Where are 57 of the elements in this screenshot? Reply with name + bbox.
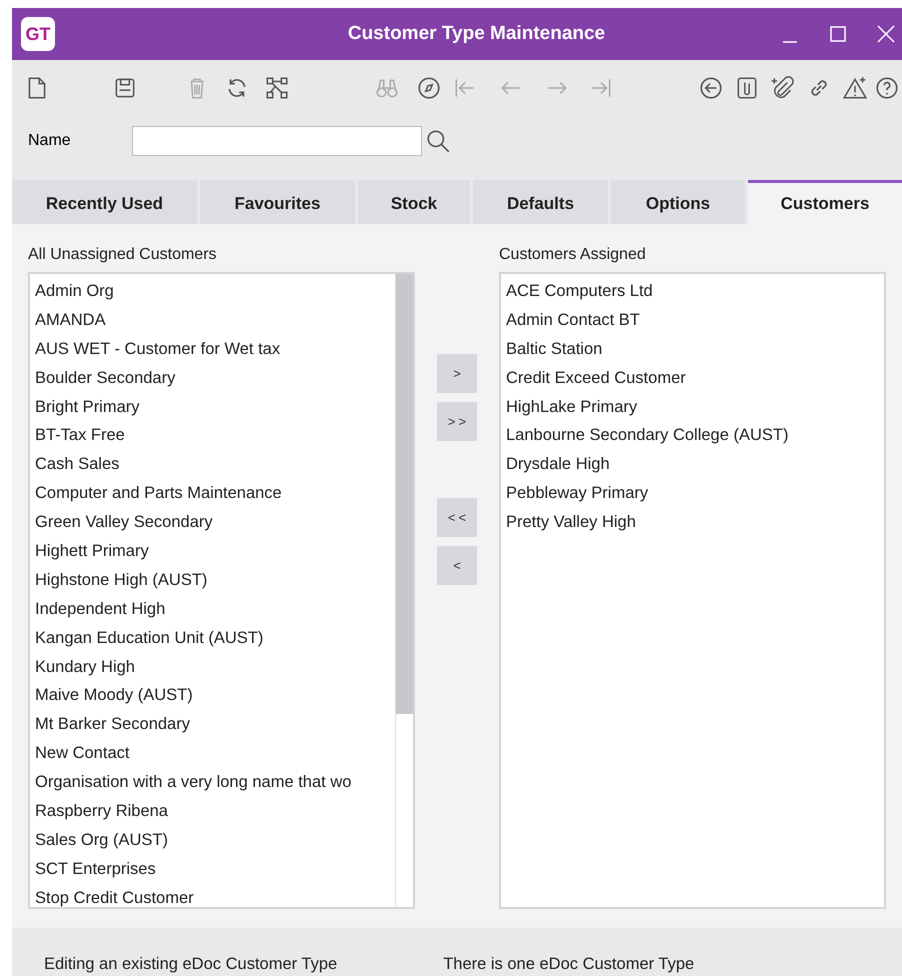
app-logo: GT (21, 17, 55, 51)
list-item[interactable]: HighLake Primary (506, 392, 884, 422)
move-button[interactable]: > (437, 354, 477, 393)
list-item[interactable]: AMANDA (35, 306, 395, 335)
list-item[interactable]: Admin Contact BT (506, 306, 884, 335)
list-item[interactable]: AUS WET - Customer for Wet tax (35, 334, 395, 364)
list-item[interactable]: SCT Enterprises (35, 854, 395, 884)
status-text: There is one eDoc Customer Type (443, 955, 694, 975)
list-item[interactable]: Kangan Education Unit (AUST) (35, 624, 395, 653)
search-icon[interactable] (425, 128, 451, 154)
status-text: Editing an existing eDoc Customer Type (44, 955, 338, 975)
move-button[interactable]: >> (437, 402, 477, 441)
list-item[interactable]: Independent High (35, 594, 395, 624)
list-item[interactable]: ACE Computers Ltd (506, 277, 884, 306)
list-item[interactable]: Pebbleway Primary (506, 479, 884, 508)
help-icon[interactable] (874, 75, 900, 101)
list-item[interactable]: Kundary High (35, 652, 395, 682)
list-item[interactable]: Highstone High (AUST) (35, 566, 395, 595)
move-button[interactable]: << (437, 498, 477, 537)
list-item[interactable]: Green Valley Secondary (35, 508, 395, 538)
tab[interactable]: Recently Used (12, 180, 197, 224)
tab[interactable]: Stock (358, 180, 470, 224)
list-item[interactable]: Pretty Valley High (506, 508, 884, 538)
list-item[interactable]: Maive Moody (AUST) (35, 681, 395, 710)
list-item[interactable]: Drysdale High (506, 450, 884, 480)
paperclip-icon[interactable] (770, 75, 796, 101)
list-heading: Customers Assigned (499, 245, 647, 265)
list-item[interactable]: Boulder Secondary (35, 364, 395, 393)
list-item[interactable]: Baltic Station (506, 334, 884, 364)
compass-icon[interactable] (416, 75, 442, 101)
list-item[interactable]: Organisation with a very long name that wo (35, 768, 395, 798)
list-item[interactable]: BT-Tax Free (35, 421, 395, 450)
list-item[interactable]: Admin Org (35, 277, 395, 306)
move-button[interactable]: < (437, 546, 477, 585)
list-item[interactable]: Stop Credit Customer (35, 884, 395, 907)
list-item[interactable]: Mt Barker Secondary (35, 710, 395, 740)
scrollbar[interactable] (395, 274, 413, 907)
network-icon[interactable] (264, 75, 290, 101)
tab[interactable]: Options (611, 180, 745, 224)
list-item[interactable]: Highett Primary (35, 537, 395, 566)
tab[interactable]: Defaults (473, 180, 608, 224)
list-item[interactable]: Bright Primary (35, 392, 395, 422)
tab[interactable]: Favourites (200, 180, 355, 224)
name-field[interactable] (132, 126, 422, 156)
list-item[interactable]: Computer and Parts Maintenance (35, 479, 395, 508)
tab[interactable]: Customers (748, 180, 902, 224)
list-item[interactable]: New Contact (35, 739, 395, 768)
list-item[interactable]: Lanbourne Secondary College (AUST) (506, 421, 884, 450)
name-label: Name (28, 132, 72, 150)
list-item[interactable]: Credit Exceed Customer (506, 364, 884, 393)
list-item[interactable]: Raspberry Ribena (35, 797, 395, 826)
list-item[interactable]: Sales Org (AUST) (35, 826, 395, 855)
list-item[interactable]: Cash Sales (35, 450, 395, 480)
window-title: Customer Type Maintenance (348, 23, 606, 44)
scrollbar-thumb[interactable] (396, 274, 413, 714)
warning-icon[interactable] (842, 75, 868, 101)
list-heading: All Unassigned Customers (28, 245, 218, 265)
